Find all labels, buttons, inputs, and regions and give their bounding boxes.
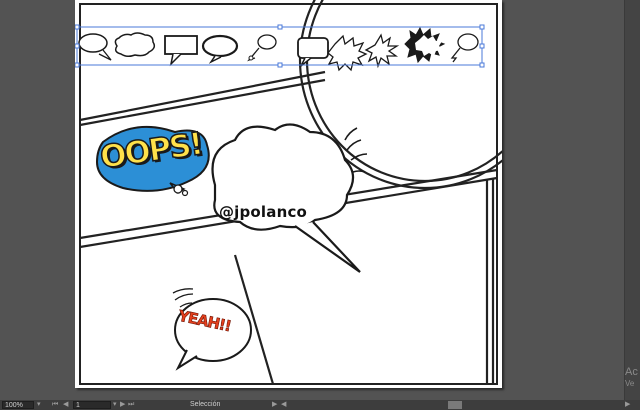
first-artboard-icon[interactable]: ⏮ (52, 401, 58, 409)
scroll-right-icon[interactable]: ▶ (625, 401, 630, 409)
next-artboard-icon[interactable]: ▶ (120, 401, 125, 409)
activation-watermark: Ac Ve (625, 366, 640, 390)
prev-artboard-icon[interactable]: ◀ (63, 401, 68, 409)
scroll-left-icon[interactable]: ◀ (281, 401, 286, 409)
handle-bl (75, 62, 80, 68)
tool-menu-icon[interactable]: ▶ (272, 401, 277, 409)
handle-bm (277, 62, 283, 68)
handle-text: @jpolanco (218, 203, 308, 221)
bubble-1 (78, 33, 108, 53)
panel-line-top (79, 70, 326, 122)
zoom-value: 100% (5, 402, 23, 409)
handle-ml (75, 43, 80, 49)
right-panel-strip (624, 0, 640, 400)
bubble-10 (457, 33, 479, 51)
bubble-2 (114, 32, 156, 58)
last-artboard-icon[interactable]: ⏭ (128, 401, 134, 409)
zoom-dropdown-icon[interactable]: ▾ (37, 401, 41, 409)
watermark-line-1: Ac (625, 366, 638, 378)
scrollbar-thumb[interactable] (448, 401, 462, 409)
artboard[interactable]: OOPS! YEAH!! @jpolanco (75, 0, 502, 388)
handle-tm (277, 24, 283, 30)
handle-mr (479, 43, 485, 49)
bubble-3 (164, 35, 198, 55)
zoom-field[interactable]: 100% (2, 401, 34, 409)
artboard-number-field[interactable]: 1 (73, 401, 111, 409)
bubble-6 (297, 37, 329, 59)
handle-br (479, 62, 485, 68)
handle-tl (75, 24, 80, 30)
handle-tr (479, 24, 485, 30)
comic-page-art[interactable] (75, 0, 502, 388)
current-tool-label: Selección (190, 401, 221, 408)
bubble-4 (201, 34, 239, 58)
panel-line-top-2 (79, 78, 326, 127)
artboard-number: 1 (76, 402, 80, 409)
status-bar: 100% ▾ ⏮ ◀ 1 ▾ ▶ ⏭ Selección ▶ ◀ ▶ (0, 400, 640, 410)
horizontal-scrollbar[interactable] (292, 401, 622, 409)
bubble-8 (364, 33, 400, 69)
artboard-dropdown-icon[interactable]: ▾ (113, 401, 117, 409)
bubble-5 (257, 34, 277, 50)
watermark-line-2: Ve (625, 379, 635, 388)
